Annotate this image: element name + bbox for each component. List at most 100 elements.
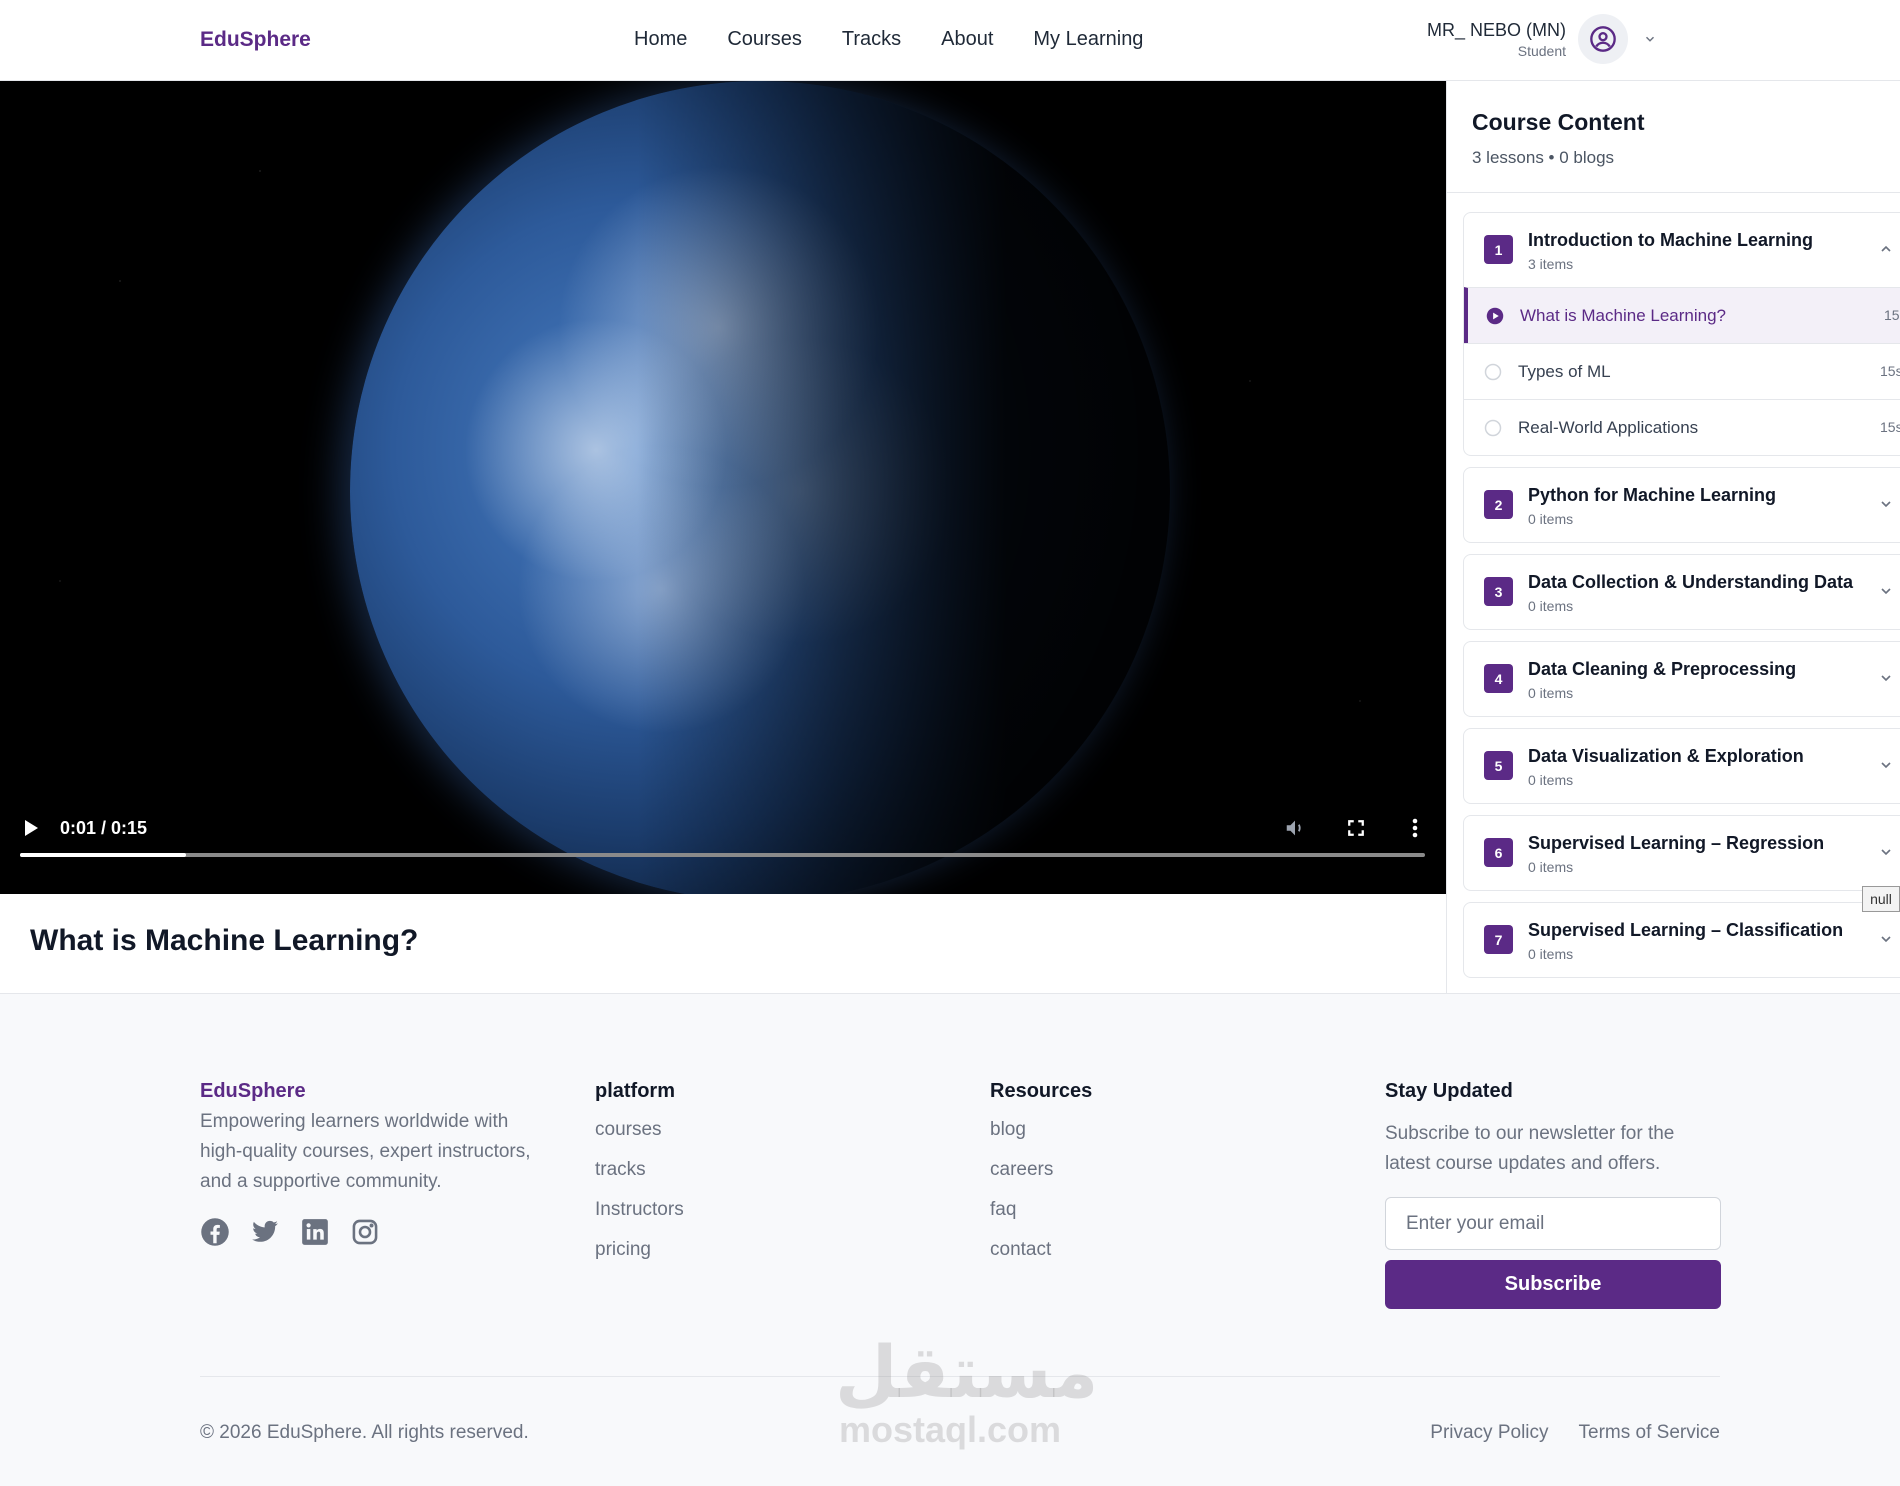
section-header[interactable]: 5 Data Visualization & Exploration 0 ite… (1464, 729, 1900, 803)
footer-logo[interactable]: EduSphere (200, 1080, 540, 1103)
section-header[interactable]: 7 Supervised Learning – Classification 0… (1464, 903, 1900, 977)
terms-of-service-link[interactable]: Terms of Service (1579, 1422, 1720, 1444)
chevron-down-icon[interactable] (1876, 668, 1896, 688)
lesson-duration: 15s (1880, 363, 1900, 379)
user-menu[interactable]: MR_ NEBO (MN) Student (1427, 14, 1660, 64)
section-number: 4 (1484, 664, 1513, 693)
chevron-up-icon[interactable] (1876, 239, 1896, 259)
section-count: 0 items (1528, 946, 1574, 962)
lesson-title: What is Machine Learning? (30, 924, 419, 957)
nav-home[interactable]: Home (634, 28, 687, 51)
lesson-item[interactable]: Real-World Applications 15s (1464, 399, 1900, 455)
section-header[interactable]: 6 Supervised Learning – Regression 0 ite… (1464, 816, 1900, 890)
course-section[interactable]: 4 Data Cleaning & Preprocessing 0 items (1463, 641, 1900, 717)
footer-link-careers[interactable]: careers (990, 1159, 1092, 1181)
email-input[interactable] (1385, 1197, 1721, 1250)
lesson-item[interactable]: What is Machine Learning? 15s (1464, 287, 1900, 343)
section-header[interactable]: 2 Python for Machine Learning 0 items (1464, 468, 1900, 542)
privacy-policy-link[interactable]: Privacy Policy (1430, 1422, 1548, 1444)
course-section[interactable]: 7 Supervised Learning – Classification 0… (1463, 902, 1900, 978)
chevron-down-icon[interactable] (1876, 755, 1896, 775)
section-title: Data Collection & Understanding Data (1528, 572, 1854, 592)
circle-icon (1484, 363, 1502, 381)
more-options-icon[interactable] (1403, 816, 1427, 840)
social-links (200, 1217, 540, 1247)
watermark-text: mostaql.com (838, 1409, 1062, 1450)
resources-heading: Resources (990, 1080, 1093, 1102)
section-count: 0 items (1528, 511, 1574, 527)
section-count: 0 items (1528, 859, 1574, 875)
sidebar-subtitle: 3 lessons • 0 blogs (1472, 148, 1615, 167)
course-section[interactable]: 3 Data Collection & Understanding Data 0… (1463, 554, 1900, 630)
video-progress-bar[interactable] (20, 853, 1425, 857)
chevron-down-icon[interactable] (1876, 842, 1896, 862)
section-count: 0 items (1528, 685, 1574, 701)
user-name: MR_ NEBO (MN) (1427, 19, 1566, 40)
twitter-icon[interactable] (250, 1217, 280, 1247)
section-number: 3 (1484, 577, 1513, 606)
nav-my-learning[interactable]: My Learning (1033, 28, 1143, 51)
section-count: 0 items (1528, 772, 1574, 788)
sidebar-title: Course Content (1472, 109, 1645, 135)
section-header[interactable]: 4 Data Cleaning & Preprocessing 0 items (1464, 642, 1900, 716)
section-number: 7 (1484, 925, 1513, 954)
legal-links: Privacy Policy Terms of Service (1430, 1422, 1720, 1444)
video-time: 0:01 / 0:15 (60, 818, 148, 838)
watermark-arabic: مستقل (835, 1330, 1099, 1414)
logo[interactable]: EduSphere (200, 28, 311, 52)
footer-link-pricing[interactable]: pricing (595, 1239, 684, 1261)
section-title: Introduction to Machine Learning (1528, 230, 1813, 250)
section-title: Supervised Learning – Classification (1528, 920, 1844, 940)
video-player[interactable]: 0:01 / 0:15 (0, 81, 1446, 894)
chevron-down-icon[interactable] (1876, 581, 1896, 601)
section-title: Python for Machine Learning (1528, 485, 1777, 505)
chevron-down-icon[interactable] (1876, 494, 1896, 514)
section-number: 2 (1484, 490, 1513, 519)
main-nav: Home Courses Tracks About My Learning (634, 28, 1143, 51)
nav-courses[interactable]: Courses (727, 28, 801, 51)
lesson-label: Real-World Applications (1518, 418, 1699, 437)
nav-about[interactable]: About (941, 28, 993, 51)
footer-link-instructors[interactable]: Instructors (595, 1199, 684, 1221)
user-avatar-icon[interactable] (1578, 14, 1628, 64)
play-circle-icon (1486, 307, 1504, 325)
footer-link-tracks[interactable]: tracks (595, 1159, 684, 1181)
platform-links: courses tracks Instructors pricing (595, 1119, 684, 1261)
chevron-down-icon[interactable] (1876, 929, 1896, 949)
instagram-icon[interactable] (350, 1217, 380, 1247)
fullscreen-icon[interactable] (1344, 816, 1368, 840)
footer-link-courses[interactable]: courses (595, 1119, 684, 1141)
earth-shadow (350, 81, 1170, 894)
course-section[interactable]: 5 Data Visualization & Exploration 0 ite… (1463, 728, 1900, 804)
footer-resources-column: Resources blog careers faq contact (990, 1080, 1092, 1279)
footer-link-contact[interactable]: contact (990, 1239, 1092, 1261)
footer-brand-column: EduSphere Empowering learners worldwide … (200, 1080, 540, 1247)
linkedin-icon[interactable] (300, 1217, 330, 1247)
course-section[interactable]: 2 Python for Machine Learning 0 items (1463, 467, 1900, 543)
circle-icon (1484, 419, 1502, 437)
course-section[interactable]: 6 Supervised Learning – Regression 0 ite… (1463, 815, 1900, 891)
chevron-down-icon[interactable] (1640, 29, 1660, 49)
facebook-icon[interactable] (200, 1217, 230, 1247)
section-number: 1 (1484, 235, 1513, 264)
section-header[interactable]: 1 Introduction to Machine Learning 3 ite… (1464, 213, 1900, 287)
section-count: 0 items (1528, 598, 1574, 614)
section-number: 6 (1484, 838, 1513, 867)
footer-newsletter-column: Stay Updated Subscribe to our newsletter… (1385, 1080, 1900, 1309)
video-controls: 0:01 / 0:15 (0, 794, 1446, 894)
lesson-item[interactable]: Types of ML 15s (1464, 343, 1900, 399)
volume-icon[interactable] (1283, 816, 1307, 840)
lesson-duration: 15s (1880, 419, 1900, 435)
section-header[interactable]: 3 Data Collection & Understanding Data 0… (1464, 555, 1900, 629)
section-title: Data Cleaning & Preprocessing (1528, 659, 1797, 679)
nav-tracks[interactable]: Tracks (842, 28, 901, 51)
subscribe-button[interactable]: Subscribe (1385, 1260, 1721, 1309)
resources-links: blog careers faq contact (990, 1119, 1092, 1261)
footer-link-blog[interactable]: blog (990, 1119, 1092, 1141)
platform-heading: platform (595, 1080, 675, 1102)
lesson-label: What is Machine Learning? (1520, 306, 1727, 325)
sidebar-header: Course Content 3 lessons • 0 blogs (1447, 81, 1900, 193)
play-icon[interactable] (22, 818, 42, 838)
footer-link-faq[interactable]: faq (990, 1199, 1092, 1221)
section-number: 5 (1484, 751, 1513, 780)
